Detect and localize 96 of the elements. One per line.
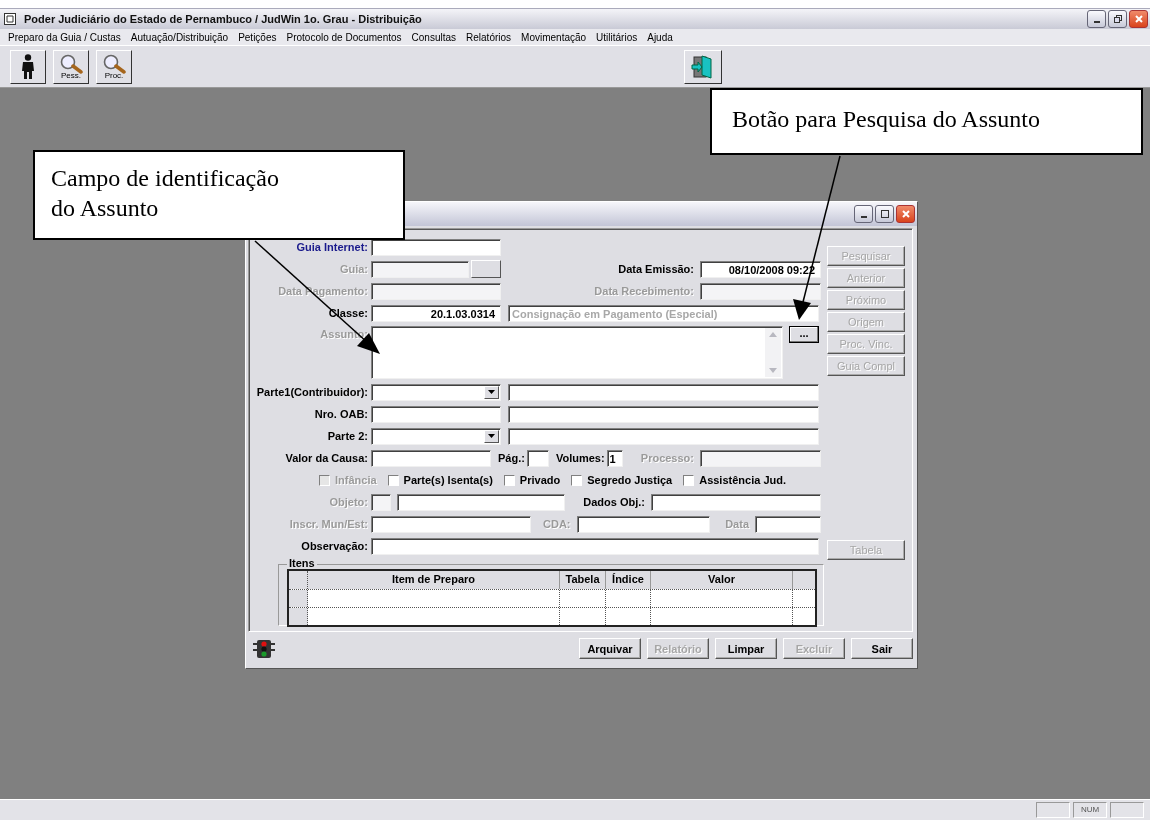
- menu-item[interactable]: Petições: [238, 31, 277, 43]
- window-title: Poder Judiciário do Estado de Pernambuco / JudWin 1o. Grau - Distribuição: [24, 13, 422, 25]
- action-button[interactable]: Limpar: [715, 638, 777, 659]
- date-field[interactable]: [755, 515, 821, 533]
- field-label: Valor da Causa:: [284, 452, 369, 464]
- field-label: Dados Obj.:: [582, 496, 646, 508]
- input-field[interactable]: [371, 260, 469, 278]
- app-icon: [4, 13, 16, 25]
- field-label: Parte1(Contribuidor):: [255, 386, 369, 398]
- group-title: Itens: [287, 557, 317, 569]
- menu-item[interactable]: Consultas: [411, 31, 457, 43]
- input-field[interactable]: [371, 537, 819, 555]
- small-button[interactable]: [471, 260, 501, 278]
- close-icon: [900, 209, 911, 219]
- checkbox[interactable]: Segredo Justiça: [571, 474, 673, 486]
- minimize-button[interactable]: [1087, 10, 1106, 28]
- menu-item[interactable]: Autuação/Distribuição: [130, 31, 229, 43]
- checkbox[interactable]: Assistência Jud.: [683, 474, 786, 486]
- input-field[interactable]: [371, 449, 491, 467]
- dropdown-arrow-icon: [488, 390, 495, 394]
- close-button[interactable]: [1129, 10, 1148, 28]
- action-button[interactable]: Arquivar: [579, 638, 641, 659]
- column-header[interactable]: Índice: [606, 571, 651, 589]
- restore-button[interactable]: [1108, 10, 1127, 28]
- status-panel: [1110, 802, 1144, 818]
- search-button[interactable]: Pess.: [53, 49, 89, 84]
- close-icon: [1133, 14, 1144, 24]
- field-label: Pág.:: [497, 452, 526, 464]
- traffic-light-icon: [252, 638, 276, 659]
- exit-button[interactable]: [684, 49, 722, 84]
- restore-icon: [1112, 14, 1123, 24]
- input-field[interactable]: [508, 427, 819, 445]
- close-button[interactable]: [896, 205, 915, 223]
- field-label: CDA:: [542, 518, 572, 530]
- person-button[interactable]: [10, 49, 46, 84]
- magnifier-icon: [102, 53, 126, 74]
- person-icon: [21, 53, 35, 80]
- date-field[interactable]: [700, 282, 821, 300]
- column-header[interactable]: Tabela: [560, 571, 606, 589]
- status-panel: NUM: [1073, 802, 1107, 818]
- field-label: Guia:: [338, 263, 369, 275]
- input-field[interactable]: [397, 493, 565, 511]
- menu-item[interactable]: Utilitários: [596, 31, 638, 43]
- field-label: Observação:: [300, 540, 369, 552]
- action-button[interactable]: Sair: [851, 638, 913, 659]
- input-field[interactable]: [371, 515, 531, 533]
- field-label: Nro. OAB:: [313, 408, 369, 420]
- input-field[interactable]: [371, 282, 501, 300]
- field-label: Guia Internet:: [295, 241, 369, 253]
- checkbox[interactable]: Parte(s) Isenta(s): [387, 474, 493, 486]
- column-header[interactable]: Valor: [651, 571, 793, 589]
- menu-item[interactable]: Movimentação: [521, 31, 587, 43]
- maximize-icon: [879, 209, 890, 219]
- input-field[interactable]: [526, 449, 549, 467]
- input-field[interactable]: [700, 449, 821, 467]
- field-label: Data: [724, 518, 751, 530]
- input-field[interactable]: [651, 493, 821, 511]
- minimize-icon: [1093, 21, 1100, 23]
- field-label: Parte 2:: [326, 430, 369, 442]
- callout-box: Campo de identificação do Assunto: [33, 150, 405, 240]
- dropdown-arrow-icon: [488, 434, 495, 438]
- menu-item[interactable]: Relatórios: [466, 31, 512, 43]
- field-label: Objeto:: [328, 496, 369, 508]
- column-header[interactable]: Item de Preparo: [308, 571, 560, 589]
- input-field[interactable]: [508, 383, 819, 401]
- search-button[interactable]: Proc.: [96, 49, 132, 84]
- maximize-button[interactable]: [875, 205, 894, 223]
- door-icon: [691, 53, 715, 80]
- description-field: Consignação em Pagamento (Especial): [508, 304, 819, 322]
- field-label: Processo:: [639, 452, 695, 464]
- input-field[interactable]: 1: [606, 449, 623, 467]
- field-label: Volumes:: [554, 452, 606, 464]
- input-field[interactable]: [371, 238, 501, 256]
- lookup-button[interactable]: ...: [789, 326, 819, 343]
- dropdown[interactable]: [371, 383, 501, 401]
- field-label: Data Emissão:: [617, 263, 695, 275]
- menu-item[interactable]: Preparo da Guia / Custas: [8, 31, 121, 43]
- menu-item[interactable]: Protocolo de Documentos: [286, 31, 402, 43]
- checkbox[interactable]: Privado: [503, 474, 561, 486]
- minimize-button[interactable]: [854, 205, 873, 223]
- code-field[interactable]: 20.1.03.0314: [371, 304, 501, 322]
- status-panel: [1036, 802, 1070, 818]
- field-label: Data Recebimento:: [593, 285, 695, 297]
- subject-text-area[interactable]: [371, 326, 783, 379]
- row-header[interactable]: [289, 608, 308, 625]
- menu-item[interactable]: Ajuda: [647, 31, 673, 43]
- field-label: Inscr. Mun/Est:: [288, 518, 369, 530]
- input-field[interactable]: [371, 405, 501, 423]
- input-field[interactable]: [508, 405, 819, 423]
- input-field[interactable]: [371, 493, 391, 511]
- callout-box: Botão para Pesquisa do Assunto: [710, 88, 1143, 155]
- row-header[interactable]: [289, 590, 308, 607]
- input-field[interactable]: [576, 515, 710, 533]
- magnifier-icon: [59, 53, 83, 74]
- minimize-icon: [860, 216, 867, 218]
- dropdown[interactable]: [371, 427, 501, 445]
